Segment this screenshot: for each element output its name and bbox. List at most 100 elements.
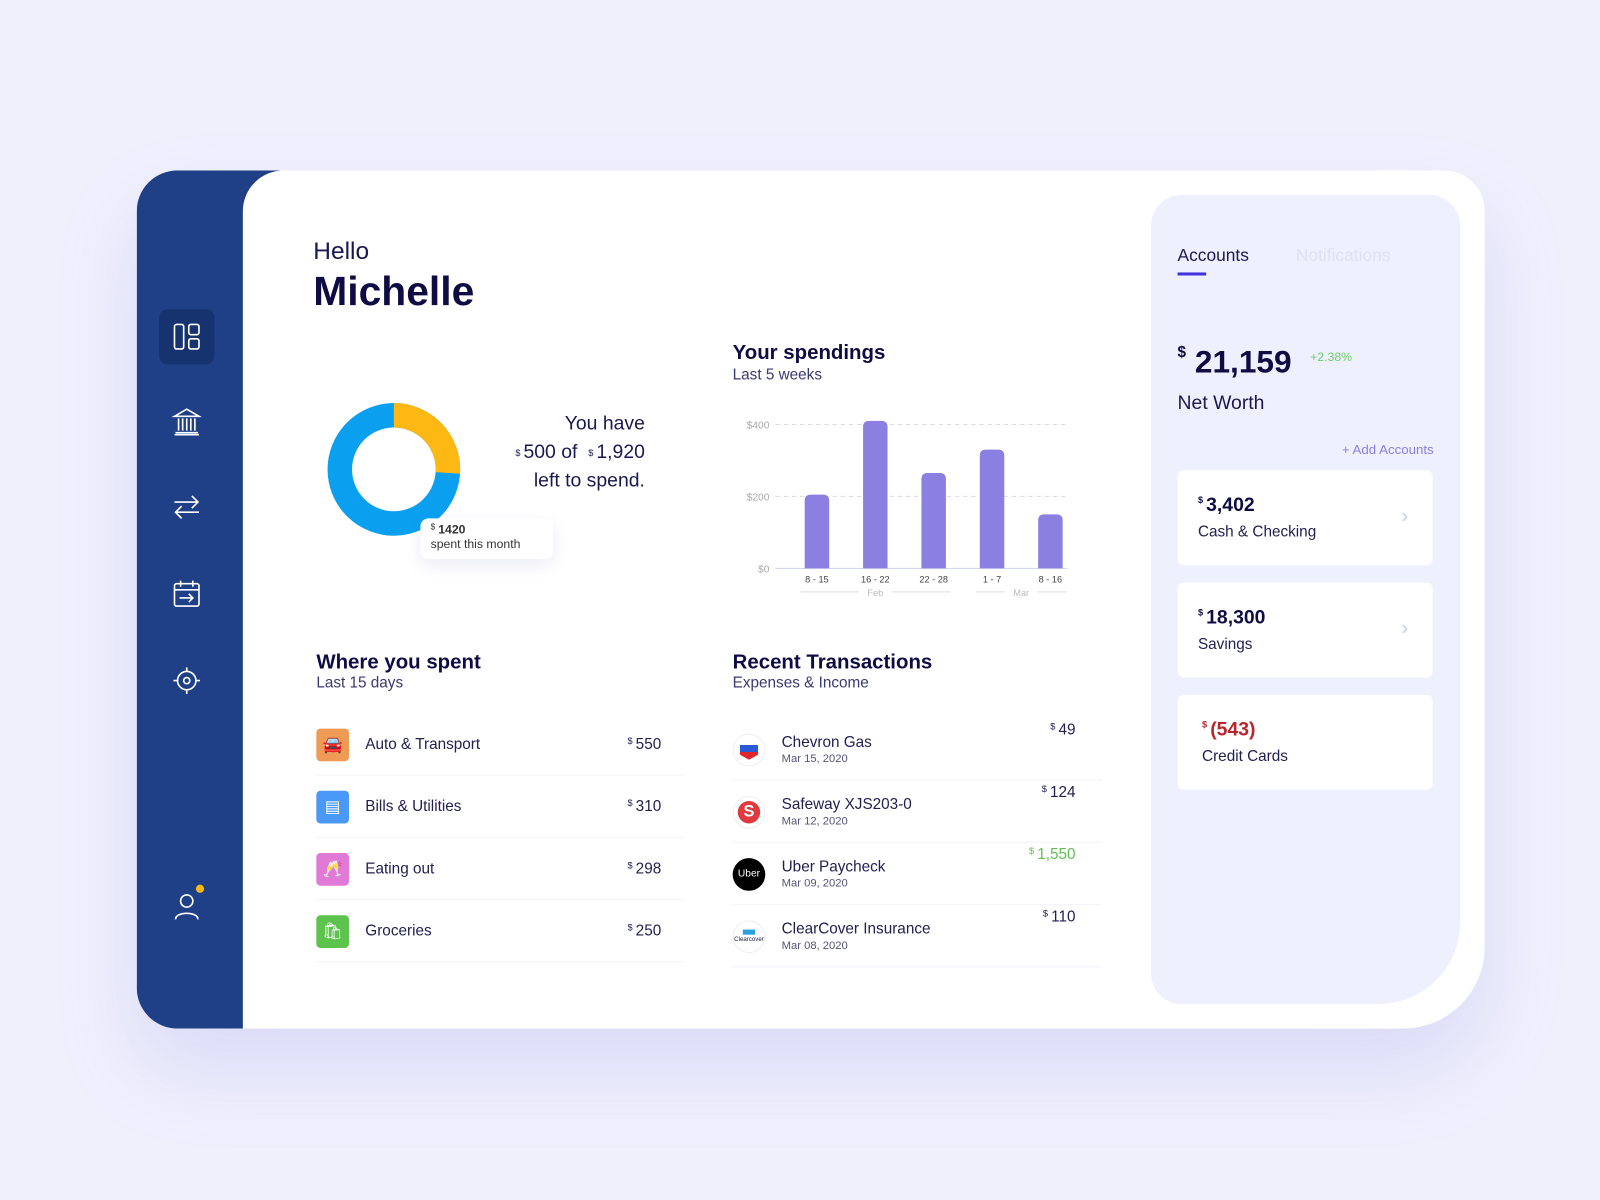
transaction-date: Mar 08, 2020 — [781, 939, 848, 953]
transaction-amount: $1,550 — [1029, 846, 1075, 863]
transaction-row[interactable]: Chevron Gas Mar 15, 2020 $49 — [732, 719, 1103, 781]
spendings-chart: $0 $200 $400 8 - 15 16 - 22 22 - 28 1 - 7 8 - 1… — [747, 420, 1068, 598]
bank-icon — [171, 408, 202, 436]
spendings-title: Your spendings — [732, 341, 886, 365]
category-row[interactable]: ▤ Bills & Utilities $310 — [316, 777, 684, 838]
transactions-subtitle: Expenses & Income — [732, 674, 869, 692]
transaction-name: Chevron Gas — [781, 733, 872, 752]
budget-line3: left to spend. — [533, 470, 645, 492]
amount: 310 — [635, 797, 662, 816]
currency: $ — [1197, 494, 1204, 506]
account-card-credit[interactable]: $ (543) Credit Cards — [1177, 694, 1433, 790]
transaction-amount: $124 — [1042, 784, 1076, 801]
chevron-right-icon: › — [1401, 505, 1409, 528]
notification-dot — [195, 884, 205, 893]
account-label: Cash & Checking — [1197, 523, 1317, 541]
currency: $ — [627, 860, 633, 871]
currency: $ — [588, 447, 594, 459]
amount: 250 — [635, 922, 662, 940]
category-amount: $250 — [627, 922, 661, 939]
nav-bank[interactable] — [159, 394, 214, 449]
where-subtitle: Last 15 days — [316, 674, 404, 692]
tab-notifications[interactable]: Notifications — [1296, 246, 1390, 266]
currency: $ — [627, 922, 633, 933]
bar — [1038, 514, 1063, 569]
net-worth-label: Net Worth — [1177, 392, 1265, 415]
category-row[interactable]: 🥂 Eating out $298 — [316, 839, 684, 900]
currency: $ — [430, 522, 436, 532]
transaction-name: ClearCover Insurance — [781, 920, 931, 938]
stage: Accounts Notifications $ 21,159 +2.38% N… — [0, 0, 1600, 1200]
grocery-bag-icon: 🛍 — [316, 914, 349, 948]
net-worth-amount: 21,159 — [1194, 343, 1292, 380]
y-tick-label: $400 — [747, 421, 770, 432]
currency: $ — [515, 447, 521, 459]
currency: $ — [1050, 721, 1056, 732]
spent-label: spent this month — [430, 536, 521, 552]
spent-amount: $1420 — [431, 522, 543, 536]
transaction-name: Safeway XJS203-0 — [781, 795, 912, 814]
transaction-name: Uber Paycheck — [781, 858, 886, 876]
active-tab-indicator — [1177, 272, 1207, 276]
glasses-icon: 🥂 — [316, 852, 349, 886]
bar — [863, 420, 888, 569]
transactions-title: Recent Transactions — [732, 651, 933, 674]
account-label: Credit Cards — [1202, 747, 1288, 766]
merchant-logo: Clearcover — [732, 919, 766, 953]
amount: 49 — [1058, 721, 1076, 739]
transaction-date: Mar 12, 2020 — [781, 815, 848, 828]
nav-settings[interactable] — [159, 653, 214, 708]
account-label: Savings — [1197, 635, 1253, 654]
category-label: Bills & Utilities — [365, 797, 462, 816]
x-tick-label: 22 - 28 — [919, 575, 948, 585]
account-card-cash[interactable]: $3,402 Cash & Checking › — [1177, 470, 1433, 566]
accounts-panel: Accounts Notifications $ 21,159 +2.38% N… — [1151, 194, 1461, 1005]
transaction-row[interactable]: Clearcover ClearCover Insurance Mar 08, … — [732, 906, 1103, 968]
transaction-date: Mar 09, 2020 — [781, 877, 848, 890]
currency: $ — [1041, 783, 1047, 794]
account-amount: $18,300 — [1198, 607, 1265, 629]
amount: 124 — [1049, 783, 1076, 802]
net-worth-value: $ 21,159 — [1178, 344, 1292, 381]
amount: 1,550 — [1037, 845, 1076, 864]
spendings-subtitle: Last 5 weeks — [732, 366, 822, 384]
merchant-logo: Uber — [732, 857, 766, 891]
user-icon — [174, 894, 199, 920]
currency: $ — [1042, 908, 1049, 919]
currency: $ — [1197, 607, 1204, 618]
category-row[interactable]: 🚘 Auto & Transport $550 — [316, 714, 684, 776]
x-tick-label: 8 - 16 — [1039, 575, 1062, 585]
budget-line1: You have — [564, 413, 645, 435]
category-amount: $550 — [627, 736, 661, 753]
merchant-logo — [732, 733, 766, 766]
dashboard-icon — [173, 323, 200, 350]
transaction-amount: $110 — [1043, 908, 1076, 925]
add-accounts-link[interactable]: + Add Accounts — [1342, 442, 1434, 457]
transaction-date: Mar 15, 2020 — [781, 753, 848, 766]
category-row[interactable]: 🛍 Groceries $250 — [316, 901, 684, 963]
account-amount: $ (543) — [1202, 719, 1255, 741]
currency: $ — [1202, 719, 1208, 730]
amount: 18,300 — [1206, 607, 1266, 629]
nav-transfers[interactable] — [159, 480, 214, 535]
transaction-amount: $49 — [1050, 721, 1075, 738]
month-label: Feb — [867, 588, 883, 598]
bar — [979, 449, 1005, 569]
profile-button[interactable] — [159, 879, 214, 934]
category-amount: $298 — [627, 860, 661, 877]
settings-icon — [173, 667, 200, 694]
month-label: Mar — [1013, 588, 1029, 598]
tab-accounts[interactable]: Accounts — [1178, 246, 1249, 266]
currency: $ — [1177, 343, 1187, 362]
transaction-row[interactable]: Uber Uber Paycheck Mar 09, 2020 $1,550 — [732, 844, 1103, 906]
transaction-row[interactable]: S Safeway XJS203-0 Mar 12, 2020 $124 — [732, 782, 1103, 843]
where-title: Where you spent — [316, 651, 481, 674]
car-icon: 🚘 — [316, 728, 349, 761]
user-name: Michelle — [313, 269, 475, 315]
budget-summary: You have $500 of $1,920 left to spend. — [449, 410, 645, 496]
account-card-savings[interactable]: $18,300 Savings › — [1177, 582, 1433, 678]
nav-dashboard[interactable] — [159, 309, 215, 365]
nav-calendar[interactable] — [159, 566, 214, 621]
currency: $ — [627, 797, 633, 809]
y-tick-label: $0 — [758, 564, 770, 575]
